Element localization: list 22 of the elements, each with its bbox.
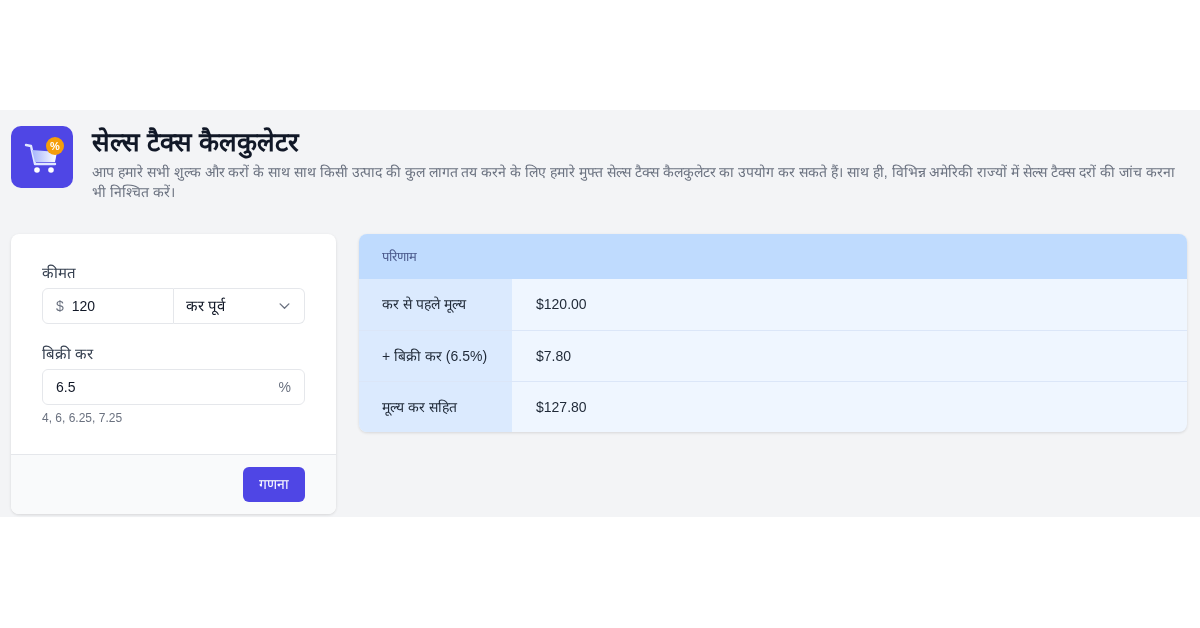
tax-rate-input[interactable]: 6.5 % xyxy=(42,369,305,405)
calculate-button[interactable]: गणना xyxy=(243,467,305,502)
field-label: कीमत xyxy=(42,263,77,283)
tax-rate-value: 6.5 xyxy=(56,377,76,397)
price-input[interactable]: $ 120 xyxy=(42,288,174,324)
result-value: $120.00 xyxy=(535,295,588,314)
result-value: $127.80 xyxy=(535,397,588,417)
results-title: परिणाम xyxy=(382,247,417,266)
price-value: 120 xyxy=(71,296,96,316)
tax-mode-select[interactable]: कर पूर्व xyxy=(174,288,305,324)
result-value: $7.80 xyxy=(535,346,573,366)
rate-hint: 4, 6, 6.25, 7.25 xyxy=(42,410,124,426)
cart-icon xyxy=(11,126,73,188)
result-label: मूल्य कर सहित xyxy=(359,382,512,432)
result-label: + बिक्री कर (6.5%) xyxy=(359,331,512,381)
chevron-down-icon xyxy=(279,302,290,310)
result-label: कर से पहले मूल्य xyxy=(359,279,512,330)
currency-prefix: $ xyxy=(56,296,64,316)
field-label: बिक्री कर xyxy=(42,344,95,364)
page-description: आप हमारे सभी शुल्क और करों के साथ साथ किसी उत्पाद की कुल लागत तय करने के लिए हमारे मुफ्त सेल्स टैक्स कैलकुलेटर का उपयोग कर सकते हैं। साथ ही, विभिन्न अमेरिकी राज्यों में सेल्स टैक्स दरों की जांच करना भी निश्चित करें। xyxy=(92,163,1176,202)
percent-suffix: % xyxy=(278,377,291,397)
page-title: सेल्स टैक्स कैलकुलेटर xyxy=(92,126,301,158)
